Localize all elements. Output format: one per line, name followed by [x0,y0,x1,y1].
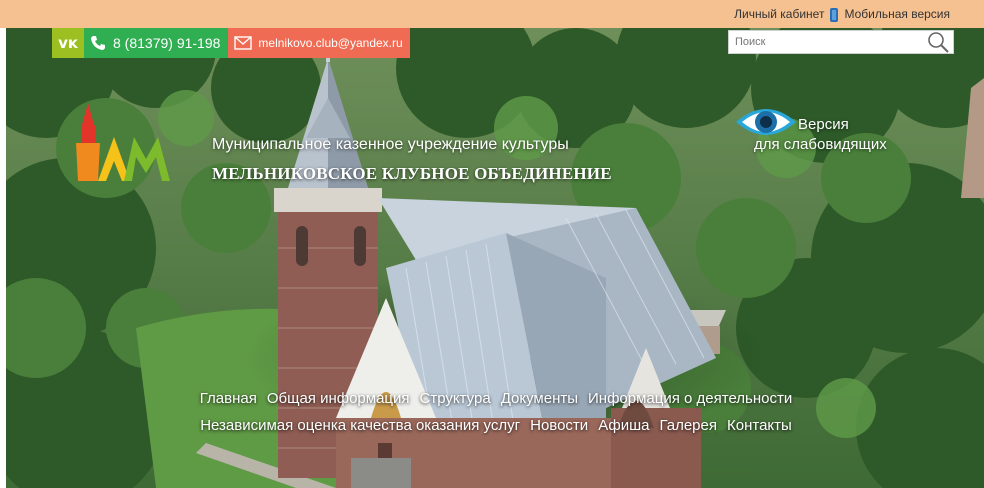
search-box [728,30,954,54]
low-vision-label-line1: Версия [798,116,849,133]
phone-number: 8 (81379) 91-198 [113,35,221,51]
personal-cabinet-link[interactable]: Личный кабинет [734,7,824,21]
nav-item-quality-assessment[interactable]: Независимая оценка качества оказания усл… [200,417,520,434]
hero-banner: ᴠᴋ 8 (81379) 91-198 melnikovo.club@yande… [6,28,984,488]
nav-item-news[interactable]: Новости [530,417,588,434]
organization-name: МЕЛЬНИКОВСКОЕ КЛУБНОЕ ОБЪЕДИНЕНИЕ [212,164,612,183]
nav-item-documents[interactable]: Документы [501,390,578,407]
nav-item-home[interactable]: Главная [200,390,257,407]
nav-item-general-info[interactable]: Общая информация [267,390,410,407]
email-address: melnikovo.club@yandex.ru [258,36,403,50]
phone-link[interactable]: 8 (81379) 91-198 [84,28,229,58]
low-vision-version-link[interactable]: Версия для слабовидящих [734,102,914,162]
search-button[interactable] [923,30,953,54]
nav-item-gallery[interactable]: Галерея [659,417,717,434]
main-nav-row-2: Независимая оценка качества оказания усл… [156,417,836,434]
nav-item-structure[interactable]: Структура [420,390,491,407]
phone-icon [91,36,105,50]
contact-strip: ᴠᴋ 8 (81379) 91-198 melnikovo.club@yande… [52,28,410,58]
vk-link[interactable]: ᴠᴋ [52,28,84,58]
magnifier-icon [928,32,949,53]
envelope-icon [234,36,253,50]
smartphone-icon [830,8,839,22]
low-vision-label-line2: для слабовидящих [754,136,887,153]
vk-icon: ᴠᴋ [58,34,78,52]
top-links: Личный кабинет Мобильная версия [734,7,950,22]
email-link[interactable]: melnikovo.club@yandex.ru [228,28,410,58]
mko-logo[interactable] [74,103,174,183]
nav-item-events[interactable]: Афиша [598,417,649,434]
top-bar: Личный кабинет Мобильная версия [0,0,984,28]
nav-item-activity-info[interactable]: Информация о деятельности [588,390,792,407]
nav-item-contacts[interactable]: Контакты [727,417,792,434]
organization-subtitle: Муниципальное казенное учреждение культу… [212,136,569,153]
mobile-version-link[interactable]: Мобильная версия [844,7,950,21]
search-input[interactable] [729,32,923,52]
main-nav-row-1: Главная Общая информация Структура Докум… [156,390,836,407]
